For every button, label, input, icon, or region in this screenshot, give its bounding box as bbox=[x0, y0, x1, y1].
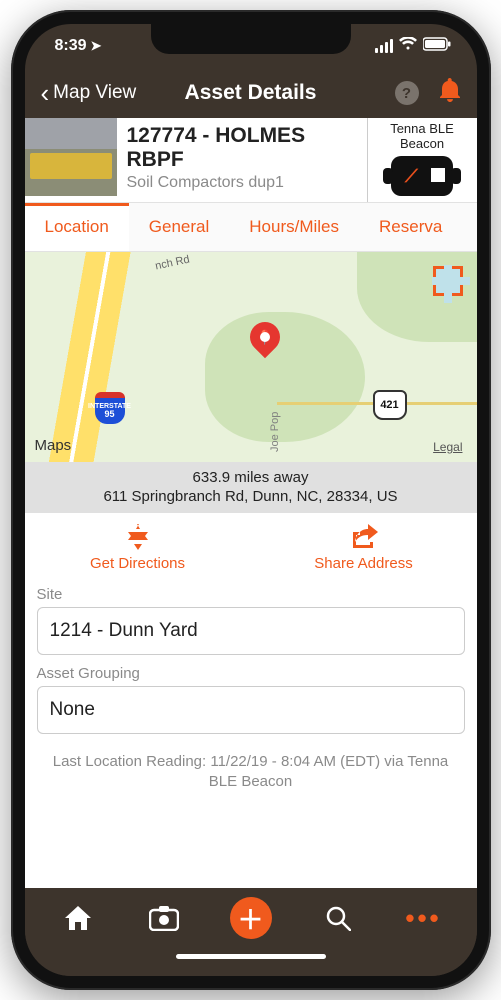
expand-map-button[interactable] bbox=[433, 266, 463, 296]
back-label: Map View bbox=[53, 82, 136, 104]
tab-location[interactable]: Location bbox=[25, 203, 129, 251]
location-services-icon: ➤ bbox=[91, 38, 102, 54]
cellular-signal-icon bbox=[375, 39, 393, 53]
tracker-info[interactable]: Tenna BLE Beacon ⟋ bbox=[367, 118, 477, 202]
search-tab[interactable] bbox=[318, 905, 358, 931]
share-icon bbox=[350, 523, 378, 551]
map-view[interactable]: nch Rd INTERSTATE95 421 📍 Maps Legal Joe… bbox=[25, 252, 477, 462]
maps-legal-link[interactable]: Legal bbox=[433, 440, 462, 454]
tracker-device-icon: ⟋ bbox=[391, 156, 453, 196]
get-directions-label: Get Directions bbox=[90, 555, 185, 572]
map-road-label: nch Rd bbox=[154, 253, 191, 272]
home-indicator-area bbox=[25, 948, 477, 976]
tracker-label: Tenna BLE Beacon bbox=[374, 122, 471, 152]
back-button[interactable]: ‹ Map View bbox=[41, 80, 137, 106]
page-title: Asset Details bbox=[185, 81, 317, 105]
share-address-label: Share Address bbox=[314, 555, 412, 572]
maps-provider-label: Maps bbox=[35, 437, 72, 454]
add-button[interactable]: ＋ bbox=[230, 897, 272, 939]
site-input[interactable]: 1214 - Dunn Yard bbox=[37, 607, 465, 655]
site-label: Site bbox=[37, 586, 465, 603]
nav-bar: ‹ Map View Asset Details ? bbox=[25, 68, 477, 118]
notifications-button[interactable] bbox=[439, 78, 461, 108]
interstate-95-shield-icon: INTERSTATE95 bbox=[95, 392, 125, 424]
directions-icon bbox=[124, 523, 152, 551]
asset-grouping-field-group: Asset Grouping None bbox=[25, 665, 477, 744]
help-button[interactable]: ? bbox=[395, 81, 419, 105]
asset-category: Soil Compactors dup1 bbox=[127, 174, 357, 192]
site-field-group: Site 1214 - Dunn Yard bbox=[25, 586, 477, 665]
chevron-left-icon: ‹ bbox=[41, 80, 50, 106]
share-address-button[interactable]: Share Address bbox=[251, 523, 477, 572]
asset-grouping-label: Asset Grouping bbox=[37, 665, 465, 682]
tab-general[interactable]: General bbox=[129, 203, 229, 251]
phone-frame: 8:39 ➤ ‹ Map View Asset Details ? bbox=[11, 10, 491, 990]
more-tab[interactable]: ••• bbox=[404, 903, 444, 934]
tab-hours-miles[interactable]: Hours/Miles bbox=[229, 203, 359, 251]
home-indicator[interactable] bbox=[176, 954, 326, 959]
wifi-icon bbox=[399, 37, 417, 56]
asset-thumbnail[interactable] bbox=[25, 118, 117, 196]
tab-reservations[interactable]: Reserva bbox=[359, 203, 462, 251]
location-actions: Get Directions Share Address bbox=[25, 513, 477, 586]
device-notch bbox=[151, 24, 351, 54]
camera-tab[interactable] bbox=[144, 905, 184, 931]
distance-text: 633.9 miles away bbox=[35, 468, 467, 488]
asset-title: 127774 - HOLMES RBPF bbox=[127, 124, 357, 172]
status-time: 8:39 bbox=[55, 37, 87, 55]
map-road-label-2: Joe Pop bbox=[269, 412, 281, 452]
tab-bar: Location General Hours/Miles Reserva bbox=[25, 202, 477, 252]
location-summary: 633.9 miles away 611 Springbranch Rd, Du… bbox=[25, 462, 477, 513]
address-text: 611 Springbranch Rd, Dunn, NC, 28334, US bbox=[35, 487, 467, 507]
us-421-shield-icon: 421 bbox=[373, 390, 407, 420]
home-tab[interactable] bbox=[58, 906, 98, 930]
asset-grouping-input[interactable]: None bbox=[37, 686, 465, 734]
battery-icon bbox=[423, 37, 451, 56]
asset-header: 127774 - HOLMES RBPF Soil Compactors dup… bbox=[25, 118, 477, 202]
content-area: 127774 - HOLMES RBPF Soil Compactors dup… bbox=[25, 118, 477, 888]
phone-screen: 8:39 ➤ ‹ Map View Asset Details ? bbox=[25, 24, 477, 976]
bottom-tab-bar: ＋ ••• bbox=[25, 888, 477, 948]
plus-icon: ＋ bbox=[237, 900, 263, 937]
get-directions-button[interactable]: Get Directions bbox=[25, 523, 251, 572]
last-location-reading: Last Location Reading: 11/22/19 - 8:04 A… bbox=[25, 744, 477, 803]
